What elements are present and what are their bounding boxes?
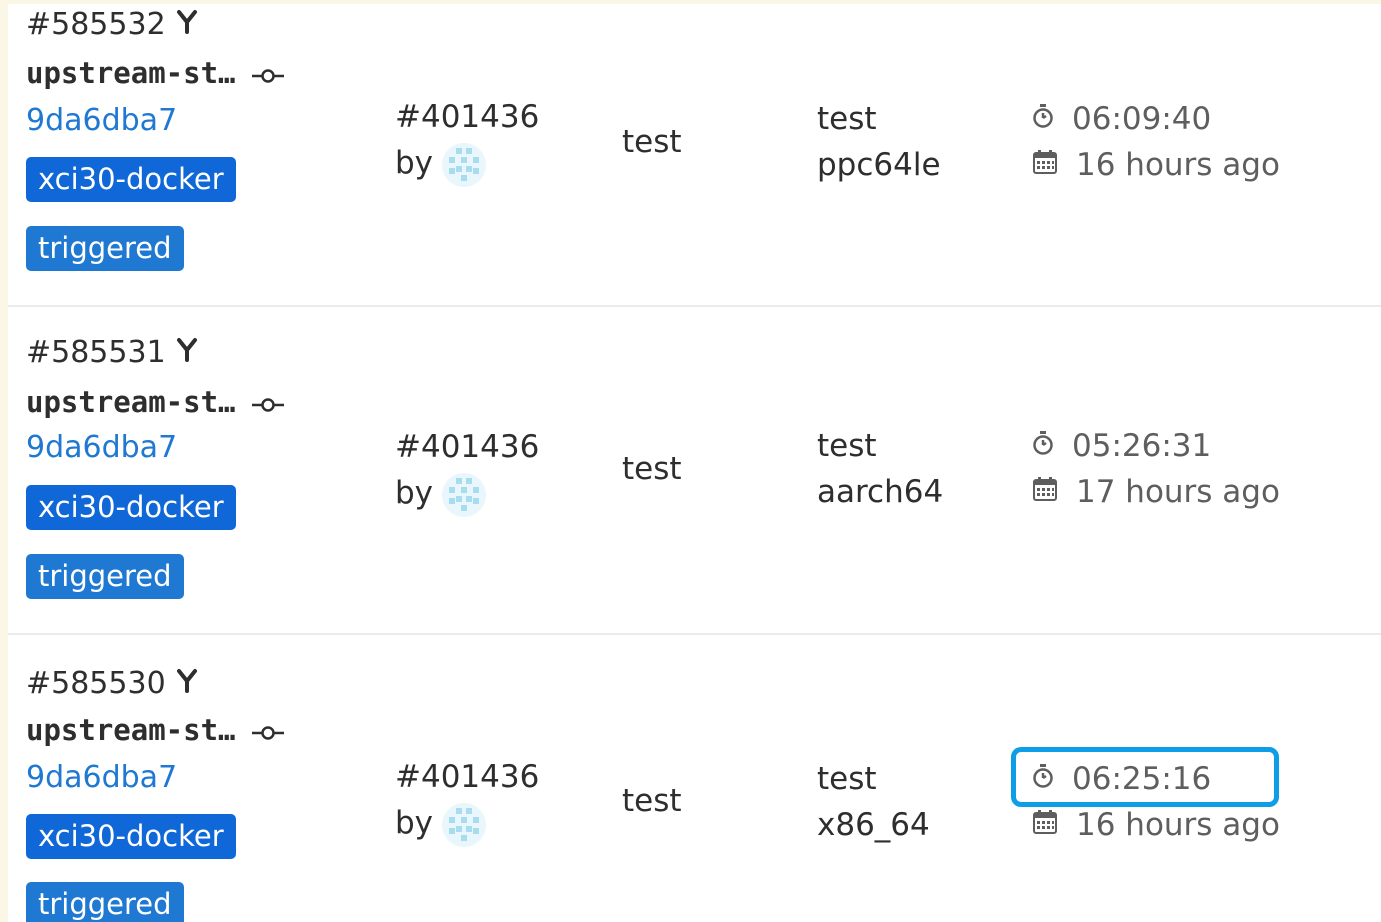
table-row: #585532 upstream-st… 9da6dba7 xci30-dock… [8, 4, 1381, 307]
commit-icon [251, 58, 284, 92]
job-name-line1: test [817, 101, 877, 137]
timing-cell: 05:26:31 17 hours ago [1032, 423, 1280, 515]
calendar-icon [1032, 802, 1076, 848]
pipeline-cell: #401436 by [395, 424, 539, 518]
job-id[interactable]: #585532 [26, 7, 166, 42]
job-id[interactable]: #585531 [26, 335, 166, 370]
stage-cell: test [622, 783, 682, 819]
jobs-table: #585532 upstream-st… 9da6dba7 xci30-dock… [8, 4, 1381, 922]
finished-time: 16 hours ago [1076, 807, 1280, 843]
user-avatar[interactable] [441, 142, 487, 188]
commit-sha-link[interactable]: 9da6dba7 [26, 431, 177, 465]
pipeline-cell: #401436 by [395, 94, 539, 188]
finished-time: 17 hours ago [1076, 474, 1280, 510]
calendar-icon [1032, 469, 1076, 515]
pipeline-link[interactable]: #401436 [395, 94, 539, 140]
commit-sha-link[interactable]: 9da6dba7 [26, 761, 177, 795]
timer-icon [1032, 96, 1072, 142]
job-duration: 06:09:40 [1072, 101, 1212, 137]
timer-icon [1032, 423, 1072, 469]
triggered-badge: triggered [26, 226, 184, 271]
user-avatar[interactable] [441, 802, 487, 848]
fork-icon [176, 668, 198, 702]
commit-sha-link[interactable]: 9da6dba7 [26, 104, 177, 138]
triggered-badge: triggered [26, 882, 184, 922]
job-name-line1: test [817, 428, 877, 464]
table-row: #585531 upstream-st… 9da6dba7 xci30-dock… [8, 307, 1381, 635]
branch-link[interactable]: upstream-st… [26, 713, 284, 749]
duration-highlight-box [1011, 747, 1279, 807]
by-label: by [395, 475, 434, 511]
stage-cell: test [622, 451, 682, 487]
fork-icon [176, 337, 198, 371]
pipeline-cell: #401436 by [395, 754, 539, 848]
job-name-line2: aarch64 [817, 474, 944, 510]
job-name-cell: test aarch64 [817, 423, 943, 515]
by-label: by [395, 805, 434, 841]
job-id[interactable]: #585530 [26, 666, 166, 701]
by-label: by [395, 145, 434, 181]
timing-cell: 06:09:40 16 hours ago [1032, 96, 1280, 188]
branch-link[interactable]: upstream-st… [26, 56, 284, 92]
job-id-link[interactable]: #585532 [26, 8, 198, 43]
fork-icon [176, 9, 198, 43]
branch-name[interactable]: upstream-st… [26, 56, 236, 90]
job-id-link[interactable]: #585530 [26, 667, 198, 702]
triggered-badge: triggered [26, 554, 184, 599]
pipeline-link[interactable]: #401436 [395, 754, 539, 800]
branch-name[interactable]: upstream-st… [26, 713, 236, 747]
commit-icon [251, 715, 284, 749]
commit-icon [251, 387, 284, 421]
branch-name[interactable]: upstream-st… [26, 385, 236, 419]
job-id-link[interactable]: #585531 [26, 336, 198, 371]
stage-cell: test [622, 124, 682, 160]
job-name-cell: test x86_64 [817, 756, 930, 848]
runner-tag-badge: xci30-docker [26, 157, 236, 202]
pipeline-link[interactable]: #401436 [395, 424, 539, 470]
branch-link[interactable]: upstream-st… [26, 385, 284, 421]
job-name-line2: x86_64 [817, 807, 930, 843]
user-avatar[interactable] [441, 472, 487, 518]
job-name-line1: test [817, 761, 877, 797]
job-name-line2: ppc64le [817, 147, 941, 183]
runner-tag-badge: xci30-docker [26, 814, 236, 859]
job-duration: 05:26:31 [1072, 428, 1212, 464]
finished-time: 16 hours ago [1076, 147, 1280, 183]
job-name-cell: test ppc64le [817, 96, 941, 188]
calendar-icon [1032, 142, 1076, 188]
runner-tag-badge: xci30-docker [26, 485, 236, 530]
